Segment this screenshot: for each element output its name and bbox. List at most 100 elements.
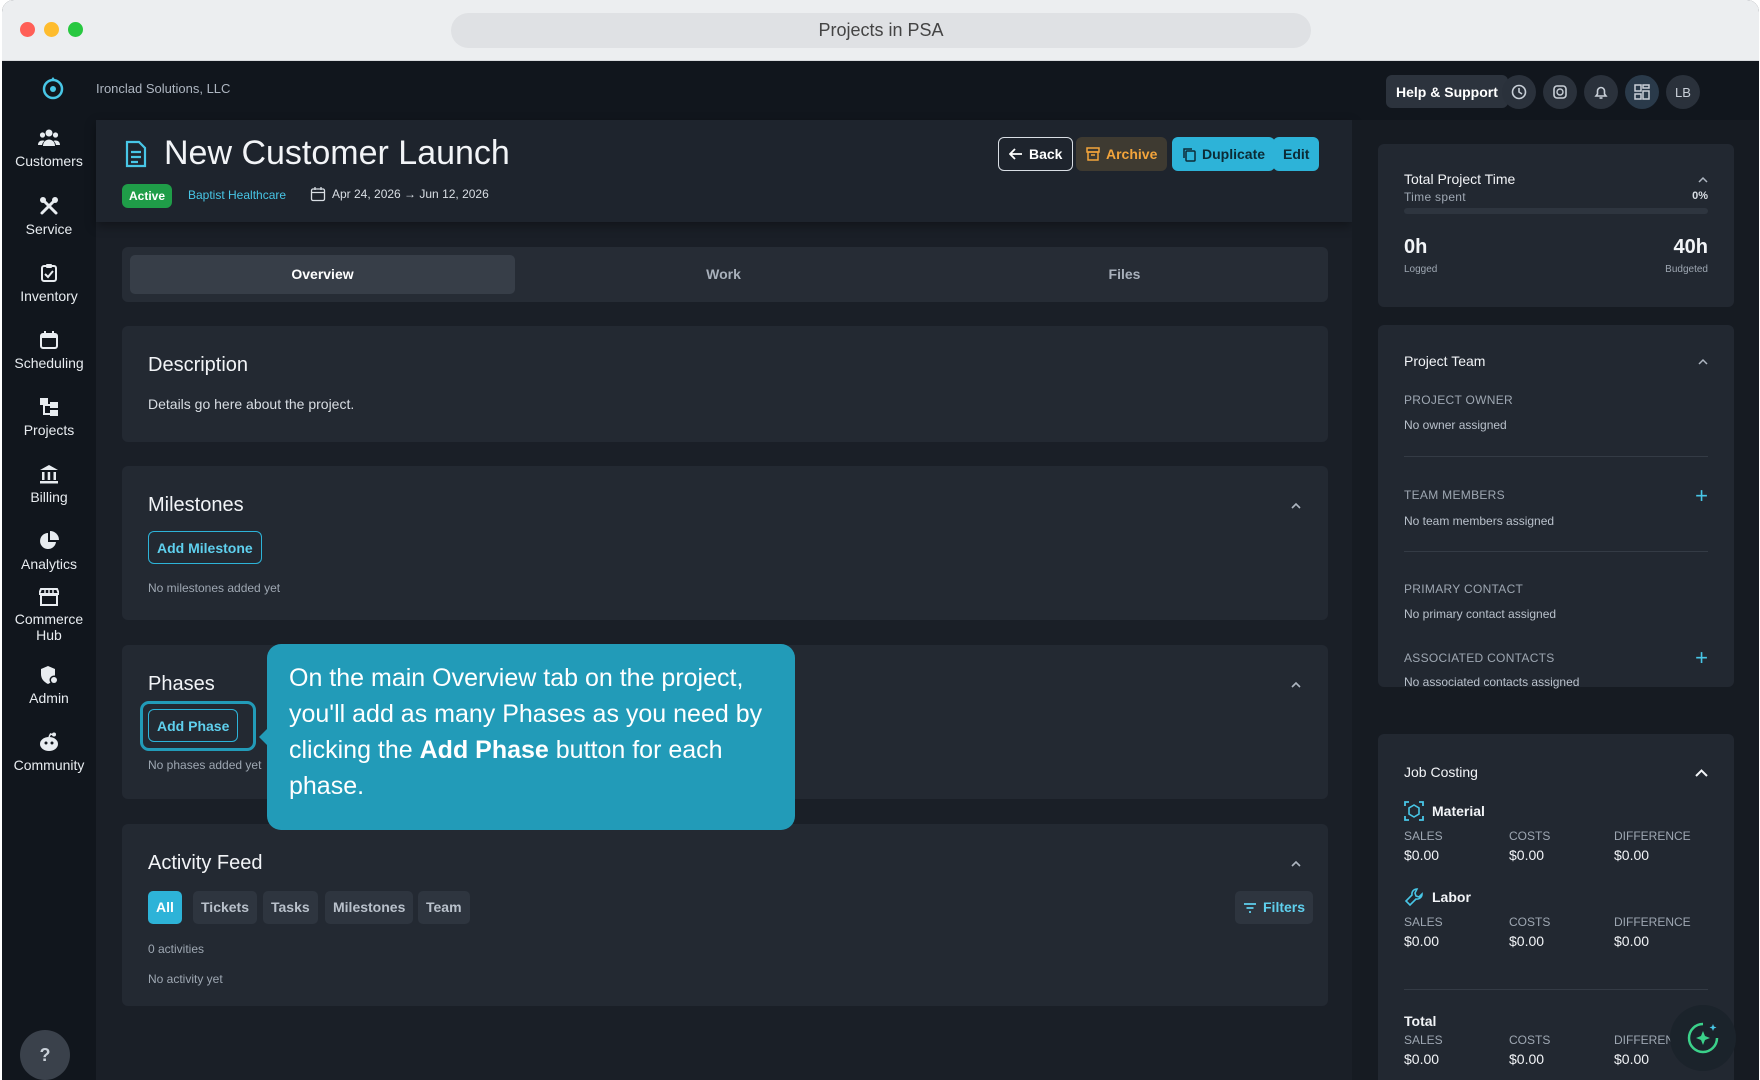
sidebar-item-inventory[interactable]: Inventory bbox=[2, 263, 96, 304]
description-title: Description bbox=[148, 354, 249, 376]
sidebar-nav: Customers Service Inventory Scheduling P… bbox=[2, 120, 96, 1080]
close-window-button[interactable] bbox=[20, 22, 35, 37]
tab-files[interactable]: Files bbox=[932, 255, 1317, 294]
milestones-empty: No milestones added yet bbox=[148, 581, 281, 595]
description-card: Description Details go here about the pr… bbox=[122, 326, 1328, 442]
customers-icon bbox=[38, 129, 60, 146]
sidebar-item-billing[interactable]: Billing bbox=[2, 464, 96, 505]
tab-overview[interactable]: Overview bbox=[130, 255, 515, 294]
project-header: New Customer Launch Active Baptist Healt… bbox=[96, 120, 1352, 222]
customer-link[interactable]: Baptist Healthcare bbox=[188, 188, 286, 202]
sidebar-item-community[interactable]: Community bbox=[2, 732, 96, 773]
main-content: New Customer Launch Active Baptist Healt… bbox=[96, 120, 1352, 1080]
chevron-up-icon[interactable] bbox=[1698, 175, 1708, 185]
filters-button[interactable]: Filters bbox=[1235, 891, 1314, 924]
total-sales: SALES $0.00 bbox=[1404, 1033, 1443, 1067]
difference-label: DIFFERENCE bbox=[1614, 829, 1691, 843]
archive-button[interactable]: Archive bbox=[1076, 137, 1168, 171]
chevron-up-icon[interactable] bbox=[1290, 858, 1302, 870]
costs-label: COSTS bbox=[1509, 1033, 1551, 1047]
chevron-up-icon[interactable] bbox=[1290, 679, 1302, 691]
sidebar-item-label: Commerce Hub bbox=[14, 611, 84, 643]
sidebar-item-label: Service bbox=[25, 221, 73, 237]
add-member-plus-icon[interactable]: + bbox=[1695, 485, 1708, 507]
timer-icon[interactable] bbox=[1543, 75, 1577, 109]
filter-icon bbox=[1244, 902, 1256, 913]
phases-empty: No phases added yet bbox=[148, 758, 262, 772]
sidebar-item-commerce-hub[interactable]: Commerce Hub bbox=[2, 588, 96, 643]
edit-button[interactable]: Edit bbox=[1273, 137, 1320, 171]
sidebar-item-analytics[interactable]: Analytics bbox=[2, 531, 96, 572]
associated-contacts-value: No associated contacts assigned bbox=[1404, 675, 1580, 689]
filter-chip-all[interactable]: All bbox=[148, 891, 182, 924]
sidebar-item-label: Inventory bbox=[20, 288, 78, 304]
chevron-up-icon[interactable] bbox=[1698, 357, 1708, 367]
sparkle-assistant-icon bbox=[1687, 1022, 1719, 1054]
copy-icon bbox=[1183, 147, 1196, 162]
minimize-window-button[interactable] bbox=[44, 22, 59, 37]
sales-label: SALES bbox=[1404, 829, 1443, 843]
material-difference: DIFFERENCE $0.00 bbox=[1614, 829, 1691, 863]
material-sales: SALES $0.00 bbox=[1404, 829, 1443, 863]
address-bar[interactable]: Projects in PSA bbox=[451, 13, 1311, 48]
sidebar-item-label: Customers bbox=[15, 153, 83, 169]
calendar-icon bbox=[310, 187, 326, 202]
project-dates: Apr 24, 2026 → Jun 12, 2026 bbox=[310, 186, 489, 202]
filter-chip-tickets[interactable]: Tickets bbox=[193, 891, 257, 924]
help-button[interactable]: ? bbox=[20, 1030, 70, 1080]
sidebar-item-service[interactable]: Service bbox=[2, 196, 96, 237]
arrow-left-icon bbox=[1009, 148, 1022, 160]
back-label: Back bbox=[1029, 146, 1063, 162]
divider bbox=[1404, 456, 1708, 457]
add-contact-plus-icon[interactable]: + bbox=[1695, 647, 1708, 669]
sidebar-item-admin[interactable]: Admin bbox=[2, 665, 96, 706]
difference-label: DIFFEREN bbox=[1614, 1033, 1674, 1047]
milestones-title: Milestones bbox=[148, 494, 244, 516]
material-sales-value: $0.00 bbox=[1404, 847, 1440, 863]
divider bbox=[1404, 551, 1708, 552]
user-avatar[interactable]: LB bbox=[1666, 75, 1700, 109]
chevron-up-icon[interactable] bbox=[1290, 500, 1302, 512]
store-icon bbox=[39, 588, 59, 606]
activity-feed-card: Activity Feed All Tickets Tasks Mileston… bbox=[122, 824, 1328, 1006]
labor-title: Labor bbox=[1432, 889, 1471, 905]
calendar-icon bbox=[40, 331, 58, 349]
sidebar-item-label: Scheduling bbox=[14, 355, 84, 371]
material-costs-value: $0.00 bbox=[1509, 847, 1545, 863]
project-team-card: Project Team PROJECT OWNER No owner assi… bbox=[1378, 325, 1734, 689]
dashboard-icon[interactable] bbox=[1625, 75, 1659, 109]
filter-chip-tasks[interactable]: Tasks bbox=[263, 891, 318, 924]
inventory-icon bbox=[41, 264, 57, 282]
maximize-window-button[interactable] bbox=[68, 22, 83, 37]
app-logo-icon[interactable] bbox=[40, 75, 66, 101]
bell-icon[interactable] bbox=[1584, 75, 1618, 109]
labor-difference: DIFFERENCE $0.00 bbox=[1614, 915, 1691, 949]
chevron-up-icon[interactable] bbox=[1695, 767, 1708, 779]
filter-chip-milestones[interactable]: Milestones bbox=[325, 891, 414, 924]
tooltip-text-bold: Add Phase bbox=[419, 736, 549, 764]
history-icon[interactable] bbox=[1502, 75, 1536, 109]
tab-work[interactable]: Work bbox=[531, 255, 916, 294]
filter-chip-team[interactable]: Team bbox=[418, 891, 470, 924]
page-title: New Customer Launch bbox=[164, 134, 510, 172]
duplicate-label: Duplicate bbox=[1202, 146, 1266, 162]
description-text: Details go here about the project. bbox=[148, 396, 355, 412]
sidebar-item-label: Analytics bbox=[20, 556, 78, 572]
back-button[interactable]: Back bbox=[998, 137, 1074, 171]
ai-assistant-button[interactable] bbox=[1670, 1005, 1736, 1071]
total-costs-value: $0.00 bbox=[1509, 1051, 1545, 1067]
duplicate-button[interactable]: Duplicate bbox=[1172, 137, 1276, 171]
sidebar-item-projects[interactable]: Projects bbox=[2, 397, 96, 438]
add-phase-button[interactable]: Add Phase bbox=[148, 709, 239, 742]
labor-costs: COSTS $0.00 bbox=[1509, 915, 1550, 949]
help-support-button[interactable]: Help & Support bbox=[1386, 75, 1508, 108]
milestones-card: Milestones Add Milestone No milestones a… bbox=[122, 466, 1328, 620]
admin-icon bbox=[41, 666, 59, 685]
organization-name: Ironclad Solutions, LLC bbox=[96, 81, 231, 96]
labor-difference-value: $0.00 bbox=[1614, 933, 1650, 949]
total-costs: COSTS $0.00 bbox=[1509, 1033, 1550, 1067]
sidebar-item-customers[interactable]: Customers bbox=[2, 128, 96, 169]
sales-label: SALES bbox=[1404, 1033, 1443, 1047]
add-milestone-button[interactable]: Add Milestone bbox=[148, 531, 262, 564]
sidebar-item-scheduling[interactable]: Scheduling bbox=[2, 330, 96, 371]
